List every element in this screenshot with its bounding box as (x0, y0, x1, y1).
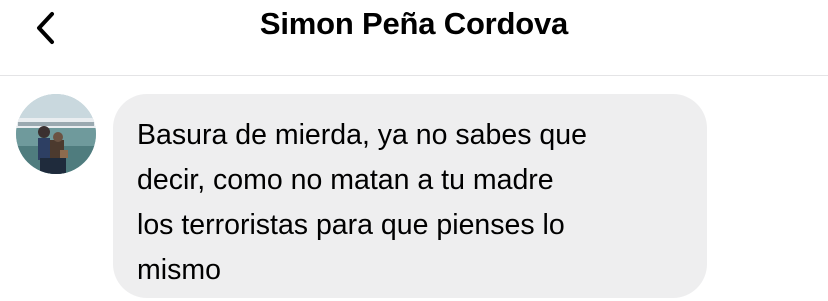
contact-name-title[interactable]: Simon Peña Cordova (0, 6, 828, 42)
conversation-header: Simon Peña Cordova (0, 0, 828, 76)
contact-avatar[interactable] (16, 94, 96, 174)
message-bubble[interactable]: Basura de mierda, ya no sabes que decir,… (113, 94, 707, 298)
message-row: Basura de mierda, ya no sabes que decir,… (0, 77, 828, 301)
message-text: Basura de mierda, ya no sabes que decir,… (137, 119, 587, 286)
